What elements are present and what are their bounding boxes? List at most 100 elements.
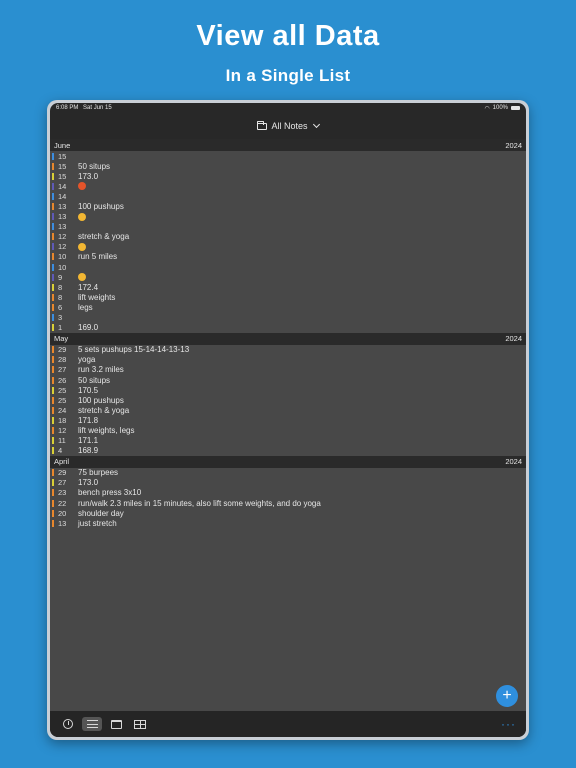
entry-text: 171.8: [78, 415, 99, 425]
folder-selector[interactable]: All Notes: [50, 113, 526, 139]
more-button[interactable]: ···: [501, 717, 516, 731]
list-item[interactable]: 25 100 pushups: [50, 395, 526, 405]
list-item[interactable]: 13 just stretch: [50, 518, 526, 528]
list-item[interactable]: 12 stretch & yoga: [50, 232, 526, 242]
list-item[interactable]: 14: [50, 181, 526, 191]
list-item[interactable]: 13 100 pushups: [50, 201, 526, 211]
list-item[interactable]: 1 169.0: [50, 323, 526, 333]
category-marker: [52, 192, 54, 200]
list-item[interactable]: 23 bench press 3x10: [50, 488, 526, 498]
category-marker: [52, 386, 54, 394]
entry-day: 15: [58, 151, 67, 161]
section-year: 2024: [505, 334, 522, 344]
list-item[interactable]: 6 legs: [50, 302, 526, 312]
list-item[interactable]: 29 5 sets pushups 15-14-14-13-13: [50, 345, 526, 355]
list-item[interactable]: 18 171.8: [50, 415, 526, 425]
category-marker: [52, 273, 54, 281]
nav-title: All Notes: [271, 121, 308, 131]
entry-text: 100 pushups: [78, 395, 124, 405]
category-marker: [52, 233, 54, 241]
section-month: May: [54, 334, 69, 344]
list-item[interactable]: 10 run 5 miles: [50, 252, 526, 262]
list-item[interactable]: 14: [50, 191, 526, 201]
list-item[interactable]: 13: [50, 222, 526, 232]
entry-text: 168.9: [78, 446, 99, 456]
list-item[interactable]: 10: [50, 262, 526, 272]
tab-calendar[interactable]: [106, 717, 126, 731]
list-item[interactable]: 11 171.1: [50, 436, 526, 446]
category-marker: [52, 519, 54, 527]
entry-text: bench press 3x10: [78, 488, 142, 498]
table-icon: [134, 719, 146, 729]
list-item[interactable]: 8 172.4: [50, 282, 526, 292]
category-marker: [52, 324, 54, 332]
entry-text: 172.4: [78, 282, 99, 292]
add-note-button[interactable]: +: [496, 685, 518, 707]
entry-day: 6: [58, 302, 63, 312]
category-marker: [52, 152, 54, 160]
list-item[interactable]: 9: [50, 272, 526, 282]
list-item[interactable]: 15 173.0: [50, 171, 526, 181]
list-item[interactable]: 12: [50, 242, 526, 252]
list-item[interactable]: 25 170.5: [50, 385, 526, 395]
entry-text: just stretch: [78, 518, 117, 528]
section-month: June: [54, 140, 71, 150]
list-item[interactable]: 12 lift weights, legs: [50, 425, 526, 435]
list-item[interactable]: 13: [50, 212, 526, 222]
calendar-icon: [110, 719, 122, 729]
entry-text: 50 situps: [78, 375, 111, 385]
entry-text: run 5 miles: [78, 252, 118, 262]
tab-timeline[interactable]: [58, 717, 78, 731]
entry-day: 14: [58, 181, 67, 191]
tablet-frame: 6:08 PM Sat Jun 15 ◠ 100% All Notes June…: [47, 100, 529, 740]
category-marker: [52, 376, 54, 384]
tab-list[interactable]: [82, 717, 102, 731]
category-marker: [52, 263, 54, 271]
entry-text: lift weights: [78, 292, 116, 302]
category-marker: [52, 416, 54, 424]
list-item[interactable]: 28 yoga: [50, 355, 526, 365]
entry-text: 100 pushups: [78, 202, 124, 212]
list-item[interactable]: 3: [50, 313, 526, 323]
chevron-down-icon: [312, 120, 320, 129]
entry-day: 3: [58, 313, 63, 323]
entry-day: 28: [58, 355, 67, 365]
list-item[interactable]: 15 50 situps: [50, 161, 526, 171]
category-marker: [52, 213, 54, 221]
list-item[interactable]: 4 168.9: [50, 446, 526, 456]
list-item[interactable]: 29 75 burpees: [50, 468, 526, 478]
entry-day: 22: [58, 498, 67, 508]
clock-icon: [63, 719, 73, 729]
entry-day: 27: [58, 478, 67, 488]
category-marker: [52, 437, 54, 445]
smiley-face-icon: [78, 212, 86, 221]
entry-text: legs: [78, 302, 93, 312]
category-marker: [52, 253, 54, 261]
list-item[interactable]: 22 run/walk 2.3 miles in 15 minutes, also…: [50, 498, 526, 508]
entry-day: 24: [58, 405, 67, 415]
list-item[interactable]: 27 173.0: [50, 478, 526, 488]
list-item[interactable]: 8 lift weights: [50, 292, 526, 302]
entry-day: 25: [58, 385, 67, 395]
list-item[interactable]: 15: [50, 151, 526, 161]
entry-day: 9: [58, 272, 63, 282]
entry-text: 173.0: [78, 171, 99, 181]
list-item[interactable]: 27 run 3.2 miles: [50, 365, 526, 375]
battery-percent: 100%: [492, 105, 508, 111]
tab-table[interactable]: [130, 717, 150, 731]
category-marker: [52, 223, 54, 231]
entry-day: 11: [58, 436, 66, 446]
entry-text: 173.0: [78, 478, 99, 488]
category-marker: [52, 426, 54, 434]
entry-day: 13: [58, 202, 67, 212]
category-marker: [52, 314, 54, 322]
list-item[interactable]: 20 shoulder day: [50, 508, 526, 518]
entry-day: 29: [58, 468, 67, 478]
list-item[interactable]: 26 50 situps: [50, 375, 526, 385]
list-item[interactable]: 24 stretch & yoga: [50, 405, 526, 415]
entry-day: 18: [58, 415, 67, 425]
notes-list[interactable]: June 2024 15 15 50 situps 15 173.0 14 14 13 100 pu…: [50, 139, 526, 711]
entry-text: yoga: [78, 355, 96, 365]
entry-day: 14: [58, 191, 67, 201]
category-marker: [52, 469, 54, 477]
